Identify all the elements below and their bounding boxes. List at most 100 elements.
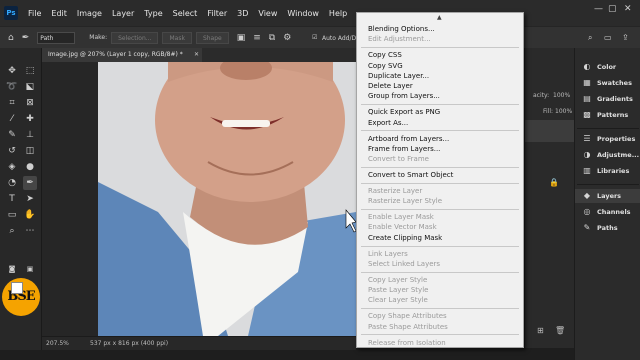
close-window-icon[interactable]: ✕ <box>624 4 632 14</box>
panel-channels[interactable]: ◎ Channels <box>575 205 640 219</box>
pen-tool-active-icon[interactable]: ✒ <box>23 176 37 190</box>
menu-select[interactable]: Select <box>173 9 198 18</box>
new-layer-icon[interactable]: ⊞ <box>537 326 544 335</box>
panel-paths[interactable]: ✎ Paths <box>575 221 640 235</box>
make-selection-button[interactable]: Selection... <box>111 31 159 44</box>
menu-item-copy-svg[interactable]: Copy SVG <box>357 61 523 71</box>
eraser-tool-icon[interactable]: ◫ <box>23 144 37 158</box>
frame-tool-icon[interactable]: ⊠ <box>23 96 37 110</box>
menu-item-release-from-isolation[interactable]: Release from Isolation <box>357 338 523 348</box>
home-icon[interactable]: ⌂ <box>8 33 14 43</box>
quick-mask-icon[interactable]: ◙ <box>5 262 19 276</box>
make-shape-button[interactable]: Shape <box>195 31 229 44</box>
menu-item-clear-layer-style[interactable]: Clear Layer Style <box>357 295 523 305</box>
path-operations-icon[interactable]: ▣ <box>237 33 246 43</box>
history-brush-icon[interactable]: ↺ <box>5 144 19 158</box>
menu-item-group-from-layers[interactable]: Group from Layers... <box>357 91 523 101</box>
screen-mode-icon[interactable]: ▣ <box>23 262 37 276</box>
stamp-tool-icon[interactable]: ⊥ <box>23 128 37 142</box>
settings-gear-icon[interactable]: ⚙ <box>283 33 291 43</box>
menu-item-convert-to-frame[interactable]: Convert to Frame <box>357 154 523 164</box>
panel-libraries[interactable]: ▥ Libraries <box>575 164 640 178</box>
lasso-tool-icon[interactable]: ➰ <box>5 80 19 94</box>
menu-item-enable-layer-mask[interactable]: Enable Layer Mask <box>357 212 523 222</box>
auto-add-delete-checkbox[interactable]: ☑ <box>312 34 317 41</box>
menu-item-export-as[interactable]: Export As... <box>357 118 523 128</box>
edit-toolbar-icon[interactable]: ⋯ <box>23 224 37 238</box>
menu-layer[interactable]: Layer <box>112 9 134 18</box>
menu-item-frame-from-layers[interactable]: Frame from Layers... <box>357 144 523 154</box>
panel-patterns[interactable]: ▩ Patterns <box>575 108 640 122</box>
menu-item-quick-export-as-png[interactable]: Quick Export as PNG <box>357 107 523 117</box>
menu-item-select-linked-layers[interactable]: Select Linked Layers <box>357 259 523 269</box>
canvas-area[interactable] <box>42 62 356 336</box>
opacity-value[interactable]: 100% <box>553 92 570 99</box>
paint-bucket-icon[interactable]: ◈ <box>5 160 19 174</box>
type-tool-icon[interactable]: T <box>5 192 19 206</box>
menu-item-copy-layer-style[interactable]: Copy Layer Style <box>357 275 523 285</box>
hand-tool-icon[interactable]: ✋ <box>23 208 37 222</box>
selected-layer-row[interactable] <box>525 120 575 142</box>
path-arrangement-icon[interactable]: ⧉ <box>269 33 275 43</box>
menu-item-convert-to-smart-object[interactable]: Convert to Smart Object <box>357 170 523 180</box>
marquee-tool-icon[interactable]: ⬚ <box>23 64 37 78</box>
menu-view[interactable]: View <box>258 9 277 18</box>
horizontal-scrollbar[interactable] <box>0 350 640 360</box>
menu-item-blending-options[interactable]: Blending Options... <box>357 24 523 34</box>
object-selection-icon[interactable]: ⬕ <box>23 80 37 94</box>
dodge-tool-icon[interactable]: ◔ <box>5 176 19 190</box>
menu-item-paste-shape-attributes[interactable]: Paste Shape Attributes <box>357 322 523 332</box>
menu-window[interactable]: Window <box>287 9 319 18</box>
menu-help[interactable]: Help <box>329 9 347 18</box>
zoom-level[interactable]: 207.5% <box>46 340 69 347</box>
foreground-color-swatch[interactable] <box>11 282 23 294</box>
close-document-icon[interactable]: ✕ <box>194 51 199 58</box>
search-icon[interactable]: ⌕ <box>588 33 592 43</box>
panel-gradients[interactable]: ▤ Gradients <box>575 92 640 106</box>
move-tool-icon[interactable]: ✥ <box>5 64 19 78</box>
menu-item-copy-shape-attributes[interactable]: Copy Shape Attributes <box>357 311 523 321</box>
document-tab-title[interactable]: Image.jpg @ 207% (Layer 1 copy, RGB/8#) … <box>42 48 202 62</box>
menu-item-create-clipping-mask[interactable]: Create Clipping Mask <box>357 233 523 243</box>
blur-tool-icon[interactable]: ● <box>23 160 37 174</box>
menu-filter[interactable]: Filter <box>207 9 227 18</box>
path-selection-icon[interactable]: ➤ <box>23 192 37 206</box>
menu-item-enable-vector-mask[interactable]: Enable Vector Mask <box>357 222 523 232</box>
pen-tool-icon[interactable]: ✒ <box>22 33 30 43</box>
crop-tool-icon[interactable]: ⌗ <box>5 96 19 110</box>
menu-item-duplicate-layer[interactable]: Duplicate Layer... <box>357 71 523 81</box>
path-alignment-icon[interactable]: ≡ <box>253 33 261 43</box>
shape-tool-icon[interactable]: ▭ <box>5 208 19 222</box>
menu-item-edit-adjustment[interactable]: Edit Adjustment... <box>357 34 523 44</box>
menu-file[interactable]: File <box>28 9 41 18</box>
workspace-icon[interactable]: ▭ <box>604 33 612 42</box>
menu-item-rasterize-layer-style[interactable]: Rasterize Layer Style <box>357 196 523 206</box>
delete-layer-icon[interactable]: 🗑 <box>555 326 565 335</box>
panel-adjustments[interactable]: ◑ Adjustme... <box>575 148 640 162</box>
minimize-icon[interactable]: — <box>594 4 603 14</box>
menu-item-paste-layer-style[interactable]: Paste Layer Style <box>357 285 523 295</box>
zoom-tool-icon[interactable]: ⌕ <box>5 224 19 238</box>
menu-item-rasterize-layer[interactable]: Rasterize Layer <box>357 186 523 196</box>
menu-item-delete-layer[interactable]: Delete Layer <box>357 81 523 91</box>
panel-layers[interactable]: ◆ Layers <box>575 189 640 203</box>
panel-properties[interactable]: ☰ Properties <box>575 132 640 146</box>
menu-item-copy-css[interactable]: Copy CSS <box>357 50 523 60</box>
fill-value[interactable]: 100% <box>555 108 572 115</box>
make-mask-button[interactable]: Mask <box>162 31 192 44</box>
maximize-icon[interactable]: ▢ <box>608 4 617 14</box>
menu-edit[interactable]: Edit <box>51 9 67 18</box>
menu-item-artboard-from-layers[interactable]: Artboard from Layers... <box>357 134 523 144</box>
menu-image[interactable]: Image <box>77 9 102 18</box>
share-icon[interactable]: ⇪ <box>622 33 629 42</box>
tool-mode-select[interactable]: Path <box>37 31 76 44</box>
panel-swatches[interactable]: ▦ Swatches <box>575 76 640 90</box>
healing-brush-icon[interactable]: ✚ <box>23 112 37 126</box>
menu-type[interactable]: Type <box>144 9 162 18</box>
menu-item-link-layers[interactable]: Link Layers <box>357 249 523 259</box>
scroll-up-arrow-icon[interactable]: ▲ <box>437 14 442 21</box>
menu-3d[interactable]: 3D <box>237 9 248 18</box>
panel-color[interactable]: ◐ Color <box>575 60 640 74</box>
eyedropper-tool-icon[interactable]: ⁄ <box>5 112 19 126</box>
brush-tool-icon[interactable]: ✎ <box>5 128 19 142</box>
